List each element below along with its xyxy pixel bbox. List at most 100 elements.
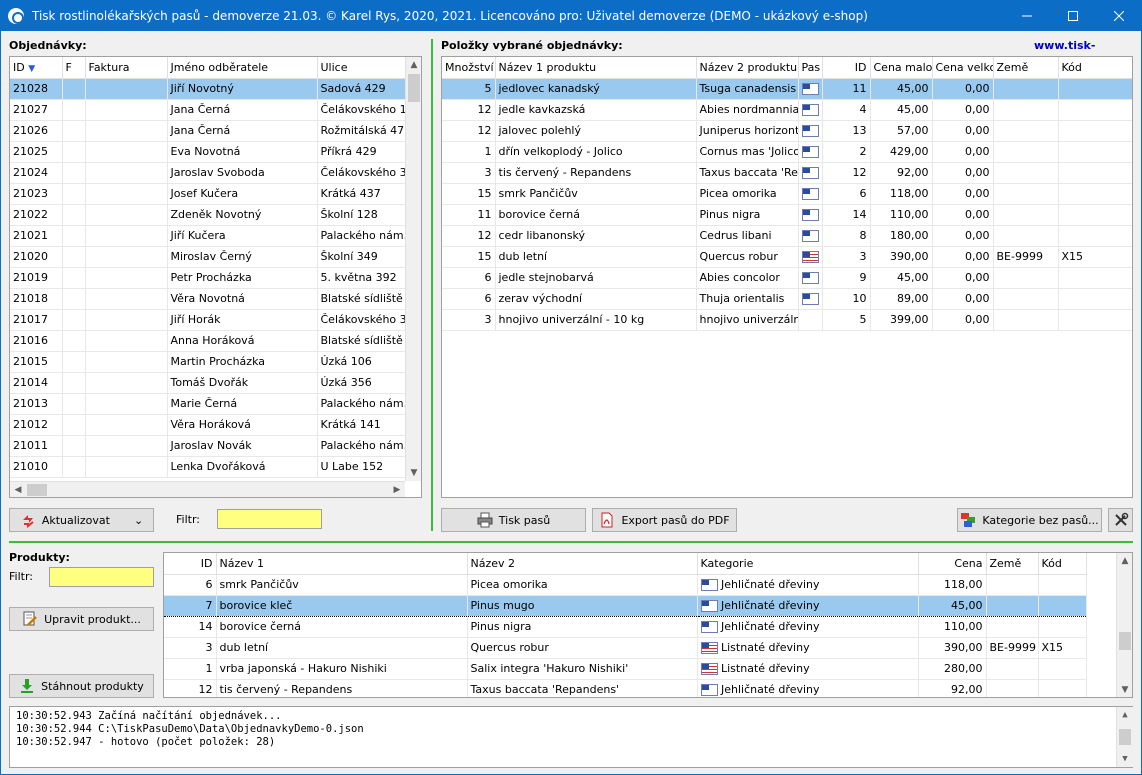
scroll-thumb[interactable] — [27, 484, 47, 496]
settings-button[interactable] — [1108, 508, 1133, 532]
col-header-wholesale-price[interactable]: Cena velko — [932, 57, 994, 79]
product-row[interactable]: 1 vrba japonská - Hakuro Nishiki Salix int… — [164, 658, 1087, 680]
download-products-button[interactable]: Stáhnout produkty — [9, 674, 154, 698]
col-header-f[interactable]: F — [62, 57, 86, 79]
col-header-category[interactable]: Kategorie — [697, 553, 919, 575]
order-cell-name: Tomáš Dvořák — [167, 372, 318, 394]
item-cell-code — [1058, 99, 1132, 121]
orders-vscroll[interactable]: ▲ ▼ — [405, 57, 421, 481]
col-header-id[interactable]: ID — [164, 553, 217, 575]
order-row[interactable]: 21022 Zdeněk Novotný Školní 128 — [10, 204, 406, 226]
item-row[interactable]: 6 zerav východní Thuja orientalis 10 89,00 0,… — [442, 288, 1132, 310]
scroll-thumb[interactable] — [1119, 632, 1131, 650]
item-row[interactable]: 15 dub letní Quercus robur 3 390,00 0,00 BE-99… — [442, 246, 1132, 268]
categories-button[interactable]: Kategorie bez pasů... — [957, 508, 1102, 532]
scroll-left-icon[interactable]: ◀ — [10, 482, 26, 497]
col-header-customer[interactable]: Jméno odběratele — [167, 57, 318, 79]
order-cell-faktura — [85, 141, 168, 163]
item-row[interactable]: 12 cedr libanonský Cedrus libani 8 180,00 0,0… — [442, 225, 1132, 247]
product-category: Listnaté dřeviny — [721, 641, 810, 654]
order-row[interactable]: 21028 Jiří Novotný Sadová 429 — [10, 78, 406, 100]
product-cell-category: Jehličnaté dřeviny — [697, 594, 919, 617]
order-row[interactable]: 21011 Jaroslav NovákPalackého nám. 3 — [10, 435, 406, 457]
order-row[interactable]: 21019 Petr Procházka 5. května 392 — [10, 267, 406, 289]
item-row[interactable]: 3 hnojivo univerzální - 10 kg hnojivo univ… — [442, 309, 1132, 331]
scroll-down-icon[interactable]: ▼ — [1117, 682, 1132, 697]
col-header-street[interactable]: Ulice — [317, 57, 406, 79]
maximize-button[interactable] — [1050, 0, 1096, 31]
col-header-code[interactable]: Kód — [1058, 57, 1132, 79]
scroll-up-icon[interactable]: ▲ — [1117, 553, 1132, 569]
orders-hscroll[interactable]: ◀ ▶ — [10, 481, 405, 497]
col-header-country[interactable]: Země — [986, 553, 1039, 575]
order-row[interactable]: 21024 Jaroslav SvobodaČelákovského 379 — [10, 162, 406, 184]
refresh-button[interactable]: Aktualizovat ⌄ — [9, 508, 154, 532]
order-row[interactable]: 21027 Jana ČernáČelákovského 130 — [10, 99, 406, 121]
log-vscroll[interactable]: ▲ ▼ — [1116, 707, 1133, 767]
scroll-up-icon[interactable]: ▲ — [406, 57, 421, 73]
order-row[interactable]: 21026 Jana Černá Rožmitálská 473 — [10, 120, 406, 142]
order-row[interactable]: 21012 Věra Horáková Krátká 141 — [10, 414, 406, 436]
product-row[interactable]: 12 tis červený - Repandens Taxus baccata '… — [164, 679, 1087, 697]
order-row[interactable]: 21020 Miroslav Černý Školní 349 — [10, 246, 406, 268]
order-row[interactable]: 21013 Marie ČernáPalackého nám. 3 — [10, 393, 406, 415]
order-row[interactable]: 21014 Tomáš Dvořák Úzká 356 — [10, 372, 406, 394]
col-header-name1[interactable]: Název 1 produktu — [495, 57, 697, 79]
chevron-down-icon[interactable]: ⌄ — [134, 514, 143, 527]
item-row[interactable]: 11 borovice černá Pinus nigra 14 110,00 0,00 — [442, 204, 1132, 226]
item-row[interactable]: 6 jedle stejnobarvá Abies concolor 9 45,00 0,… — [442, 267, 1132, 289]
items-grid[interactable]: Množství Název 1 produktu Název 2 produk… — [441, 56, 1133, 498]
order-row[interactable]: 21018 Věra NovotnáBlatské sídliště 17 — [10, 288, 406, 310]
orders-filter-input[interactable] — [217, 509, 322, 529]
scroll-thumb[interactable] — [1119, 729, 1131, 745]
item-cell-qty: 15 — [442, 183, 496, 205]
col-header-id[interactable]: ID ▼ — [10, 57, 63, 79]
col-header-qty[interactable]: Množství — [442, 57, 496, 79]
orders-grid[interactable]: ID ▼ F Faktura Jméno odběratele Ulice 21… — [9, 56, 422, 498]
scroll-right-icon[interactable]: ▶ — [389, 482, 405, 497]
order-row[interactable]: 21017 Jiří HorákČelákovského 388 — [10, 309, 406, 331]
print-passports-button[interactable]: Tisk pasů — [441, 508, 586, 532]
order-row[interactable]: 21010 Lenka Dvořáková U Labe 152 — [10, 456, 406, 478]
col-header-code[interactable]: Kód — [1038, 553, 1087, 575]
product-cell-id: 3 — [164, 637, 217, 659]
product-row[interactable]: 6 smrk Pančičův Picea omorika Jehličnaté d… — [164, 574, 1087, 596]
scroll-down-icon[interactable]: ▼ — [1117, 751, 1133, 767]
order-row[interactable]: 21015 Martin Procházka Úzká 106 — [10, 351, 406, 373]
col-header-name2[interactable]: Název 2 — [467, 553, 698, 575]
order-row[interactable]: 21025 Eva Novotná Příkrá 429 — [10, 141, 406, 163]
scroll-up-icon[interactable]: ▲ — [1117, 707, 1133, 723]
edit-product-button[interactable]: Upravit produkt... — [9, 607, 154, 631]
product-row[interactable]: 3 dub letní Quercus robur Listnaté dřeviny… — [164, 637, 1087, 659]
scroll-down-icon[interactable]: ▼ — [406, 465, 421, 481]
col-header-retail-price[interactable]: Cena malo — [870, 57, 933, 79]
product-row[interactable]: 14 borovice černá Pinus nigra Jehličnaté d… — [164, 616, 1087, 638]
order-cell-street: Krátká 141 — [317, 414, 406, 436]
close-button[interactable] — [1096, 0, 1142, 31]
col-header-name2[interactable]: Název 2 produktu — [696, 57, 799, 79]
item-row[interactable]: 15 smrk Pančičův Picea omorika 6 118,00 0,00 — [442, 183, 1132, 205]
col-header-name1[interactable]: Název 1 — [216, 553, 468, 575]
item-row[interactable]: 5 jedlovec kanadský Tsuga canadensis 11 45,0… — [442, 78, 1132, 100]
item-row[interactable]: 12jedle kavkazskáAbies nordmanniana 445,0… — [442, 99, 1132, 121]
download-products-label: Stáhnout produkty — [41, 679, 144, 693]
col-header-faktura[interactable]: Faktura — [85, 57, 168, 79]
products-vscroll[interactable]: ▲ ▼ — [1116, 553, 1132, 697]
col-header-price[interactable]: Cena — [918, 553, 987, 575]
product-row[interactable]: 7 borovice kleč Pinus mugo Jehličnaté dřev… — [164, 594, 1087, 617]
col-header-country[interactable]: Země — [993, 57, 1059, 79]
products-filter-input[interactable] — [49, 567, 154, 587]
order-row[interactable]: 21016 Anna HorákováBlatské sídliště 48 — [10, 330, 406, 352]
scroll-thumb[interactable] — [408, 74, 420, 102]
minimize-button[interactable] — [1004, 0, 1050, 31]
col-header-id[interactable]: ID — [822, 57, 871, 79]
item-cell-qty: 12 — [442, 120, 496, 142]
order-row[interactable]: 21023 Josef Kučera Krátká 437 — [10, 183, 406, 205]
order-row[interactable]: 21021 Jiří KučeraPalackého nám. 3 — [10, 225, 406, 247]
products-grid[interactable]: ID Název 1 Název 2 Kategorie Cena Země K… — [163, 552, 1133, 698]
item-row[interactable]: 12jalovec polehlýJuniperus horizontalis 1… — [442, 120, 1132, 142]
export-pdf-button[interactable]: Export pasů do PDF — [592, 508, 737, 532]
col-header-passport[interactable]: Pas — [798, 57, 823, 79]
item-row[interactable]: 3 tis červený - Repandens Taxus baccata 'R… — [442, 162, 1132, 184]
item-row[interactable]: 1 dřín velkoplodý - Jolico Cornus mas 'Jol… — [442, 141, 1132, 163]
